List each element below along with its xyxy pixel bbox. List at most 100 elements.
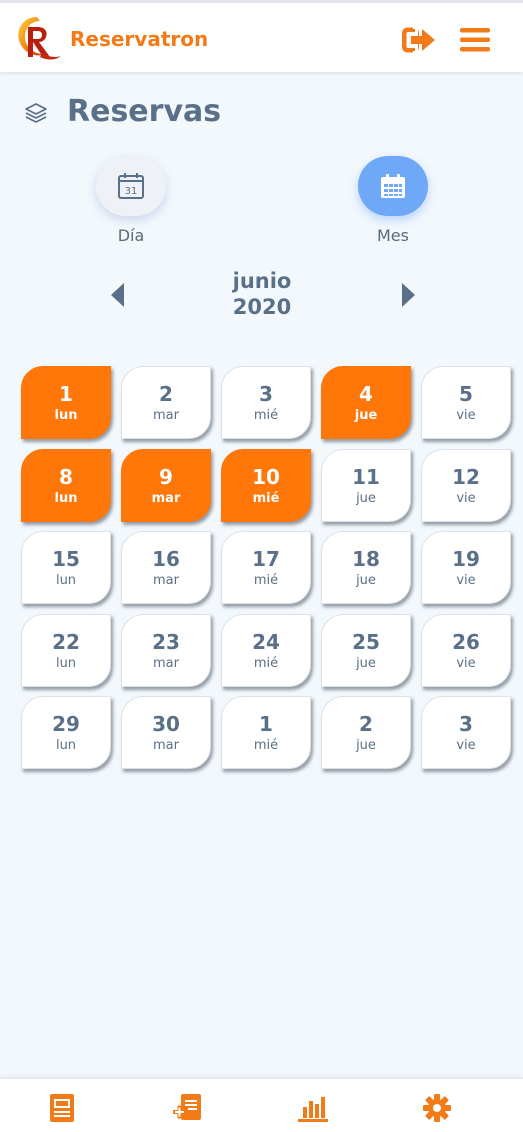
day-number: 1 — [59, 382, 73, 406]
calendar-day-cell[interactable]: 16 mar — [121, 531, 211, 604]
calendar-day-cell[interactable]: 1 lun — [21, 366, 111, 439]
day-number: 12 — [452, 464, 480, 489]
layers-icon — [25, 103, 47, 123]
calendar-day-cell[interactable]: 19 vie — [421, 531, 511, 604]
add-reservation-icon[interactable] — [172, 1093, 204, 1123]
weekday-name: jue — [356, 490, 376, 506]
calendar-day-icon: 31 — [118, 173, 144, 199]
calendar-day-cell[interactable]: 1 mié — [221, 696, 311, 769]
hamburger-menu-icon[interactable] — [458, 27, 492, 53]
page-title: Reservas — [67, 94, 222, 129]
calendar-day-cell[interactable]: 11 jue — [321, 448, 411, 522]
day-number: 22 — [52, 629, 80, 654]
sign-out-icon[interactable] — [402, 27, 436, 53]
weekday-name: lun — [54, 408, 78, 423]
day-number: 19 — [452, 547, 480, 571]
calendar-day-cell[interactable]: 23 mar — [121, 613, 211, 687]
bottom-navigation — [0, 1078, 523, 1132]
weekday-name: mié — [252, 490, 280, 506]
month-view-button[interactable] — [358, 156, 428, 216]
weekday-name: lun — [55, 738, 77, 753]
calendar-day-cell[interactable]: 9 mar — [121, 448, 211, 522]
month-year-label: junio 2020 — [182, 268, 342, 320]
weekday-name: mar — [153, 655, 179, 671]
weekday-name: jue — [356, 573, 376, 588]
weekday-name: mié — [253, 408, 279, 423]
stats-chart-icon[interactable] — [297, 1093, 329, 1123]
weekday-name: lun — [54, 490, 78, 506]
calendar-day-cell[interactable]: 24 mié — [221, 613, 311, 687]
day-number: 26 — [452, 629, 480, 654]
day-number: 30 — [152, 712, 180, 736]
weekday-name: jue — [356, 655, 376, 671]
calendar-day-cell[interactable]: 4 jue — [321, 366, 411, 439]
day-number: 18 — [352, 547, 380, 571]
weekday-name: mar — [151, 490, 181, 506]
day-number: 23 — [152, 629, 180, 654]
day-number: 5 — [459, 382, 473, 406]
calendar-day-cell[interactable]: 26 vie — [421, 613, 511, 687]
weekday-name: lun — [55, 655, 77, 671]
reservatron-logo[interactable] — [12, 13, 62, 63]
day-number: 8 — [59, 464, 73, 489]
calendar-day-cell[interactable]: 29 lun — [21, 696, 111, 769]
calendar-day-cell[interactable]: 2 mar — [121, 366, 211, 439]
calendar-day-cell[interactable]: 12 vie — [421, 448, 511, 522]
day-number: 3 — [459, 712, 473, 736]
previous-month-icon[interactable] — [108, 282, 128, 308]
year-number: 2020 — [232, 295, 292, 319]
day-number: 2 — [159, 382, 173, 406]
day-number: 29 — [52, 712, 80, 736]
app-header: Reservatron — [0, 0, 523, 72]
day-number: 4 — [359, 382, 373, 406]
calendar-day-cell[interactable]: 3 vie — [421, 696, 511, 769]
day-number: 17 — [252, 547, 280, 571]
weekday-name: jue — [356, 738, 376, 753]
weekday-name: mar — [153, 573, 179, 588]
month-name: junio — [232, 269, 292, 293]
weekday-name: mié — [253, 655, 279, 671]
day-view-button[interactable]: 31 — [96, 156, 166, 216]
calendar-day-cell[interactable]: 17 mié — [221, 531, 311, 604]
weekday-name: mié — [253, 573, 279, 588]
month-view-label: Mes — [377, 226, 409, 245]
settings-gear-icon[interactable] — [421, 1093, 453, 1123]
weekday-name: vie — [456, 490, 476, 506]
calendar-day-cell[interactable]: 2 jue — [321, 696, 411, 769]
reservations-list-icon[interactable] — [46, 1093, 78, 1123]
weekday-name: vie — [456, 738, 476, 753]
weekday-name: lun — [55, 573, 77, 588]
next-month-icon[interactable] — [398, 282, 418, 308]
calendar-day-cell[interactable]: 3 mié — [221, 366, 311, 439]
weekday-name: vie — [456, 573, 476, 588]
calendar-day-cell[interactable]: 15 lun — [21, 531, 111, 604]
weekday-name: mié — [253, 738, 279, 753]
day-number: 2 — [359, 712, 373, 736]
calendar-day-cell[interactable]: 30 mar — [121, 696, 211, 769]
calendar-day-cell[interactable]: 5 vie — [421, 366, 511, 439]
day-number: 9 — [159, 464, 173, 489]
weekday-name: jue — [354, 408, 378, 423]
calendar-day-cell[interactable]: 18 jue — [321, 531, 411, 604]
weekday-name: mar — [153, 408, 179, 423]
calendar-day-cell[interactable]: 25 jue — [321, 613, 411, 687]
brand-name: Reservatron — [70, 27, 209, 51]
weekday-name: mar — [153, 738, 179, 753]
day-number: 15 — [52, 547, 80, 571]
day-number: 3 — [259, 382, 273, 406]
day-number: 1 — [259, 712, 273, 736]
day-number: 25 — [352, 629, 380, 654]
calendar-month-icon — [381, 174, 405, 198]
calendar-day-cell[interactable]: 8 lun — [21, 448, 111, 522]
calendar-day-cell[interactable]: 22 lun — [21, 613, 111, 687]
day-number: 24 — [252, 629, 280, 654]
day-number: 11 — [352, 464, 380, 489]
weekday-name: vie — [456, 655, 476, 671]
day-number: 16 — [152, 547, 180, 571]
calendar-grid: 1 lun 2 mar 3 mié 4 jue 5 vie 8 lun 9 mar 10 mié 11 jue 12… — [21, 366, 511, 770]
svg-text:31: 31 — [125, 186, 138, 197]
calendar-day-cell[interactable]: 10 mié — [221, 448, 311, 522]
day-number: 10 — [252, 464, 280, 489]
day-view-label: Día — [117, 226, 145, 245]
weekday-name: vie — [456, 408, 476, 423]
